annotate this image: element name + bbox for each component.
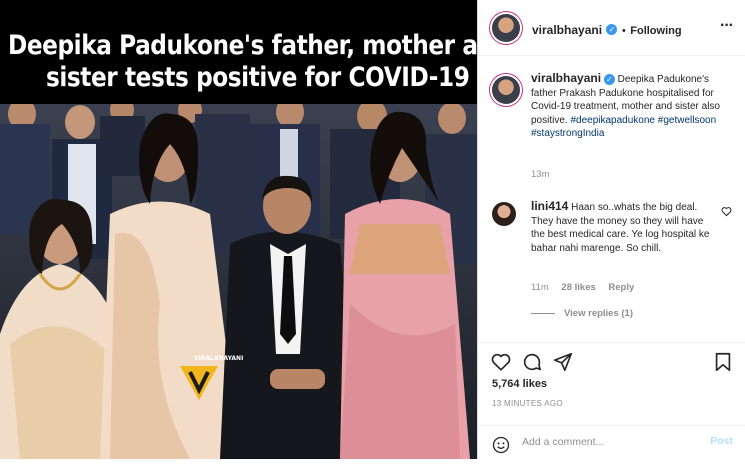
reply-button[interactable]: Reply xyxy=(608,282,634,293)
view-replies-label: View replies (1) xyxy=(564,308,633,319)
caption-time[interactable]: 13m xyxy=(531,169,549,180)
comment-time[interactable]: 11m xyxy=(531,282,549,293)
likes-count[interactable]: 5,764 likes xyxy=(492,378,547,390)
add-comment-bar: Post xyxy=(478,425,745,464)
headline-band: Deepika Padukone's father, mother and si… xyxy=(0,0,477,104)
headline-line-1: Deepika Padukone's father, mother and xyxy=(8,30,477,61)
comment-username[interactable]: lini414 xyxy=(531,199,568,213)
avatar[interactable] xyxy=(492,14,520,42)
comment-input[interactable] xyxy=(522,436,692,448)
heart-icon[interactable] xyxy=(490,351,512,373)
post-image[interactable]: Deepika Padukone's father, mother and si… xyxy=(0,0,477,459)
verified-icon: ✓ xyxy=(603,73,615,85)
share-icon[interactable] xyxy=(552,351,574,373)
following-button[interactable]: Following xyxy=(630,25,681,37)
posted-time[interactable]: 13 MINUTES AGO xyxy=(492,399,563,408)
verified-icon: ✓ xyxy=(606,24,618,36)
header-username[interactable]: viralbhayani xyxy=(532,23,602,37)
caption-avatar[interactable] xyxy=(492,76,520,104)
comment-icon[interactable] xyxy=(521,351,543,373)
comment-meta: 11m 28 likes Reply xyxy=(531,282,644,293)
caption-text: viralbhayani ✓ Deepika Padukone's father… xyxy=(531,71,731,141)
post-header: viralbhayani ✓ • Following ··· xyxy=(478,0,745,56)
heart-icon[interactable] xyxy=(721,206,732,217)
post-actions: 5,764 likes 13 MINUTES AGO Post xyxy=(478,342,745,463)
post-side-panel: viralbhayani ✓ • Following ··· viralbhay… xyxy=(477,0,745,459)
view-replies-button[interactable]: View replies (1) xyxy=(531,308,633,319)
caption-username[interactable]: viralbhayani xyxy=(531,71,601,85)
header-separator: • xyxy=(621,25,626,37)
more-horizontal-icon[interactable]: ··· xyxy=(720,17,734,35)
emoji-icon[interactable] xyxy=(491,435,511,455)
replies-dash xyxy=(531,312,555,314)
photo: VIRALBHAYANI xyxy=(0,104,477,459)
comment-avatar[interactable] xyxy=(492,202,516,226)
save-icon[interactable] xyxy=(712,351,734,373)
comment-text: lini414 Haan so..whats the big deal. The… xyxy=(531,199,716,255)
headline-line-2: sister tests positive for COVID-19 xyxy=(46,62,470,93)
comment-likes[interactable]: 28 likes xyxy=(561,282,595,293)
svg-text:VIRALBHAYANI: VIRALBHAYANI xyxy=(194,355,243,362)
header-info: viralbhayani ✓ • Following xyxy=(532,21,682,39)
post-button[interactable]: Post xyxy=(710,435,733,447)
